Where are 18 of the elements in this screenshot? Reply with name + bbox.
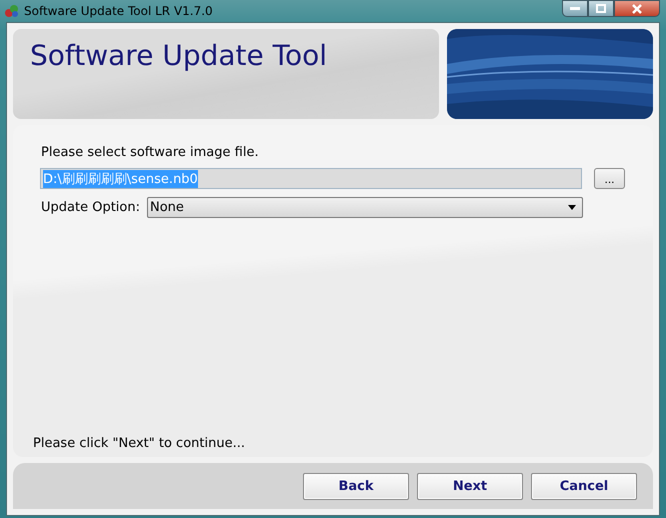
window-title: Software Update Tool LR V1.7.0 [24, 4, 213, 18]
minimize-button[interactable] [562, 0, 588, 17]
maximize-icon [596, 4, 606, 13]
maximize-button[interactable] [588, 0, 614, 17]
dropdown-arrow-icon [568, 205, 576, 210]
app-icon [4, 3, 20, 19]
minimize-icon [570, 6, 580, 10]
status-message: Please click "Next" to continue... [33, 436, 246, 451]
browse-button[interactable]: ... [594, 168, 625, 189]
update-option-label: Update Option: [41, 200, 140, 215]
dialog-button[interactable]: Cancel [531, 472, 637, 500]
dialog-button[interactable]: Next [417, 472, 523, 500]
update-option-dropdown[interactable]: None [146, 197, 583, 218]
close-icon [632, 4, 642, 14]
file-prompt: Please select software image file. [41, 145, 260, 160]
app-title: Software Update Tool [30, 39, 328, 72]
dialog-button[interactable]: Back [303, 472, 409, 500]
close-button[interactable] [614, 0, 660, 17]
